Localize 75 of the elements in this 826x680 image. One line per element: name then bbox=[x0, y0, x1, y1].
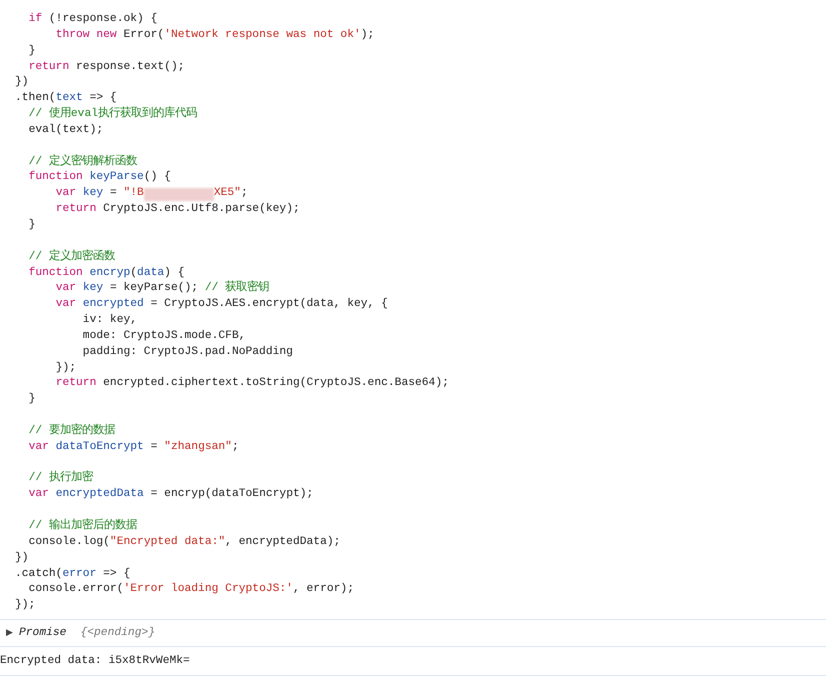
code-text: = bbox=[110, 186, 117, 202]
code-comment: // 使用eval执行获取到的库代码 bbox=[28, 107, 198, 122]
keyword-token: return bbox=[28, 60, 70, 75]
code-text: .catch( bbox=[15, 566, 62, 582]
identifier-token: key bbox=[82, 281, 104, 296]
code-text: => { bbox=[90, 91, 117, 106]
code-text: = encryp(dataToEncrypt); bbox=[150, 487, 314, 502]
code-text: () { bbox=[144, 170, 171, 186]
keyword-token: function bbox=[28, 170, 83, 186]
identifier-token: data bbox=[137, 266, 164, 280]
code-text: ; bbox=[240, 186, 248, 202]
keyword-token: var bbox=[56, 297, 76, 312]
code-comment: // 输出加密后的数据 bbox=[28, 519, 137, 534]
code-text: .then( bbox=[15, 91, 56, 106]
keyword-token: var bbox=[28, 487, 49, 502]
code-text: ); bbox=[360, 28, 374, 43]
result-value: {<pending>} bbox=[80, 626, 156, 641]
code-text: , encryptedData); bbox=[225, 534, 340, 550]
string-token: "Encrypted data:" bbox=[110, 534, 226, 550]
code-text: encrypted.ciphertext.toString(CryptoJS.enc.Base64); bbox=[103, 376, 449, 392]
string-token: XE5" bbox=[214, 186, 241, 202]
code-text: CryptoJS.enc.Utf8.parse(key); bbox=[103, 202, 300, 218]
string-token: 'Error loading CryptoJS:' bbox=[123, 582, 293, 598]
code-text: iv: key, bbox=[82, 313, 138, 328]
code-text: (!response.ok) { bbox=[48, 12, 158, 27]
identifier-token: encryp bbox=[90, 266, 130, 280]
code-text: = keyParse(); bbox=[110, 281, 198, 296]
redaction-blur bbox=[144, 188, 214, 201]
keyword-token: var bbox=[28, 440, 49, 455]
code-text: } bbox=[28, 392, 36, 408]
code-text: }) bbox=[15, 550, 29, 566]
keyword-token: var bbox=[56, 186, 76, 202]
code-text: ; bbox=[232, 440, 239, 455]
code-comment: // 执行加密 bbox=[28, 471, 93, 486]
code-text: = bbox=[150, 440, 158, 455]
keyword-token: if bbox=[28, 12, 42, 27]
keyword-token: function bbox=[28, 266, 83, 280]
code-comment: // 要加密的数据 bbox=[28, 424, 115, 439]
string-token: "zhangsan" bbox=[164, 440, 232, 455]
identifier-token: encryptedData bbox=[56, 487, 144, 502]
identifier-token: text bbox=[56, 91, 83, 106]
log-message: Encrypted data: i5x8tRvWeMk= bbox=[0, 654, 190, 669]
string-token: "!B bbox=[124, 186, 144, 202]
code-comment: // 定义加密函数 bbox=[28, 250, 115, 265]
code-comment: // 获取密钥 bbox=[204, 281, 270, 296]
result-type: Promise bbox=[19, 626, 66, 641]
code-text: eval(text); bbox=[28, 122, 104, 138]
keyword-token: return bbox=[56, 376, 96, 392]
string-token: 'Network response was not ok' bbox=[164, 28, 361, 43]
code-text: }) bbox=[15, 75, 29, 90]
code-text: = CryptoJS.AES.encrypt(data, key, { bbox=[150, 297, 388, 312]
keyword-token: var bbox=[56, 281, 76, 296]
code-text: => { bbox=[103, 566, 130, 582]
code-text: , error); bbox=[292, 582, 354, 598]
code-text: response.text(); bbox=[76, 60, 184, 75]
code-text: }); bbox=[15, 598, 36, 614]
code-text: padding: CryptoJS.pad.NoPadding bbox=[82, 344, 293, 360]
identifier-token: keyParse bbox=[90, 170, 144, 186]
code-text: ( bbox=[130, 266, 138, 280]
code-text: }); bbox=[56, 360, 76, 376]
keyword-token: throw new bbox=[56, 28, 117, 43]
identifier-token: dataToEncrypt bbox=[56, 440, 144, 455]
identifier-token: key bbox=[82, 186, 104, 202]
keyword-token: return bbox=[56, 202, 96, 218]
expand-toggle[interactable]: ▶ bbox=[6, 626, 13, 640]
identifier-token: encrypted bbox=[82, 297, 144, 312]
code-text: } bbox=[28, 218, 36, 233]
code-text: console.log( bbox=[28, 534, 110, 550]
code-comment: // 定义密钥解析函数 bbox=[28, 154, 137, 170]
code-text: } bbox=[28, 44, 36, 59]
code-text: mode: CryptoJS.mode.CFB, bbox=[82, 328, 246, 344]
identifier-token: error bbox=[62, 566, 96, 582]
code-text: console.error( bbox=[28, 582, 124, 598]
code-text: ) { bbox=[164, 266, 185, 280]
code-text: Error( bbox=[123, 28, 164, 43]
